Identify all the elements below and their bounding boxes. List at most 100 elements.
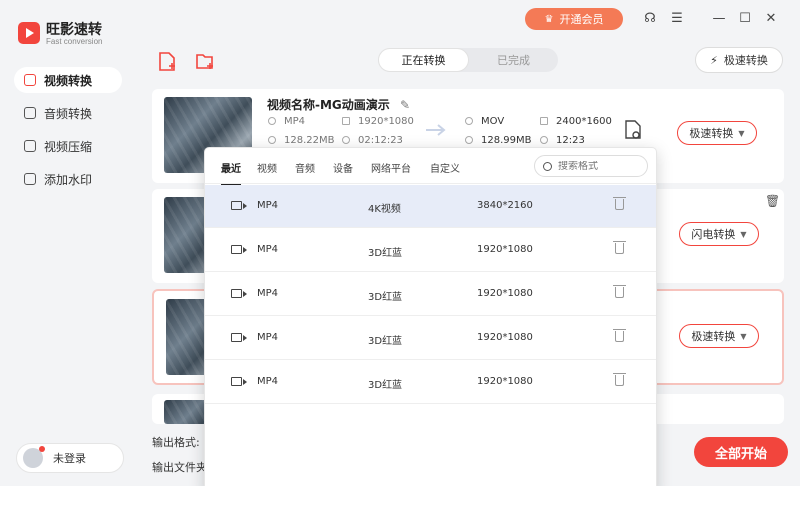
sidebar-item-audio-convert[interactable]: 音频转换 [14, 100, 122, 126]
format-search[interactable] [534, 155, 648, 177]
video-compress-icon [24, 140, 36, 152]
tab-device[interactable]: 设备 [333, 160, 353, 175]
convert-mode-button[interactable]: 极速转换 ▼ [679, 324, 759, 348]
tab-network-platform[interactable]: 网络平台 [371, 160, 411, 175]
row-format: MP4 [257, 288, 279, 299]
sidebar-item-label: 添加水印 [44, 172, 93, 187]
video-icon [231, 201, 247, 210]
caret-down-icon: ▼ [738, 128, 745, 138]
dst-format-value: MOV [481, 116, 505, 127]
menu-icon[interactable]: ☰ [668, 9, 686, 27]
size-icon [465, 136, 473, 144]
resolution-icon [342, 117, 350, 125]
format-row[interactable]: MP4 3D红蓝 1920*1080 [205, 273, 656, 316]
trash-icon[interactable]: 🗑 [765, 194, 780, 208]
output-folder-label: 输出文件夹 [152, 461, 207, 474]
close-icon[interactable]: ✕ [762, 9, 780, 27]
row-preset: 3D红蓝 [368, 380, 403, 391]
clock-icon [342, 136, 350, 144]
row-preset: 3D红蓝 [368, 336, 403, 347]
vip-button[interactable]: ♛ 开通会员 [525, 8, 623, 30]
row-format: MP4 [257, 332, 279, 343]
row-format: MP4 [257, 244, 279, 255]
app-logo-icon [18, 22, 40, 44]
dst-resolution: 2400*1600 [540, 116, 612, 127]
format-row[interactable]: MP4 3D红蓝 1920*1080 [205, 361, 656, 404]
tab-video[interactable]: 视频 [257, 160, 277, 175]
src-format-value: MP4 [284, 116, 306, 127]
output-settings-icon[interactable] [624, 120, 642, 143]
app-subtitle: Fast conversion [46, 37, 103, 46]
src-size-value: 128.22MB [284, 135, 335, 146]
trash-icon[interactable] [613, 329, 626, 342]
video-icon [231, 289, 247, 298]
app-name: 旺影速转 [46, 22, 102, 38]
sidebar-item-video-compress[interactable]: 视频压缩 [14, 133, 122, 159]
trash-icon[interactable] [613, 373, 626, 386]
convert-mode-button[interactable]: 闪电转换 ▼ [679, 222, 759, 246]
format-icon [465, 117, 473, 125]
add-folder-icon[interactable] [196, 52, 216, 72]
format-row[interactable]: MP4 4K视频 3840*2160 [205, 185, 656, 228]
search-icon [543, 161, 552, 171]
clock-icon [540, 136, 548, 144]
format-row[interactable]: MP4 3D红蓝 1920*1080 [205, 229, 656, 272]
tab-recent[interactable]: 最近 [221, 160, 241, 186]
dst-size: 128.99MB [465, 135, 531, 146]
turbo-convert-button[interactable]: ⚡ 极速转换 [695, 47, 783, 73]
caret-down-icon: ▼ [740, 331, 747, 341]
resolution-icon [540, 117, 548, 125]
row-resolution: 1920*1080 [477, 332, 533, 343]
format-search-input[interactable] [558, 160, 638, 172]
sidebar-item-video-convert[interactable]: 视频转换 [14, 67, 122, 93]
format-row[interactable]: MP4 3D红蓝 1920*1080 [205, 317, 656, 360]
row-resolution: 1920*1080 [477, 244, 533, 255]
row-resolution: 1920*1080 [477, 376, 533, 387]
edit-icon[interactable]: ✎ [400, 98, 410, 112]
sidebar-item-watermark[interactable]: 添加水印 [14, 166, 122, 192]
avatar [23, 446, 45, 468]
row-format: MP4 [257, 200, 279, 211]
tab-converting[interactable]: 正在转换 [378, 48, 469, 72]
sidebar-item-label: 视频转换 [44, 73, 93, 88]
dst-duration-value: 12:23 [556, 135, 585, 146]
format-tabs: 最近 视频 音频 设备 网络平台 自定义 [205, 148, 656, 186]
video-icon [231, 245, 247, 254]
row-format: MP4 [257, 376, 279, 387]
add-file-icon[interactable] [158, 52, 178, 72]
minimize-icon[interactable]: — [710, 9, 728, 27]
vip-label: 开通会员 [559, 13, 604, 26]
window-bottom-strip [0, 486, 800, 510]
file-title-text: 视频名称-MG动画演示 [267, 98, 390, 112]
watermark-icon [24, 173, 36, 185]
convert-mode-button[interactable]: 极速转换 ▼ [677, 121, 757, 145]
format-dropdown: 最近 视频 音频 设备 网络平台 自定义 MP4 4K视频 3840*2160 … [204, 147, 657, 497]
maximize-icon[interactable]: ☐ [736, 9, 754, 27]
dst-format: MOV [465, 116, 504, 127]
sidebar-item-label: 音频转换 [44, 106, 93, 121]
src-duration: 02:12:23 [342, 135, 403, 146]
app-window: 旺影速转 Fast conversion 视频转换 音频转换 视频压缩 添加水印… [0, 0, 800, 497]
convert-mode-label: 闪电转换 [691, 228, 736, 241]
tab-custom[interactable]: 自定义 [430, 160, 460, 175]
trash-icon[interactable] [613, 197, 626, 210]
caret-down-icon: ▼ [740, 229, 747, 239]
start-all-button[interactable]: 全部开始 [694, 437, 788, 467]
row-preset: 3D红蓝 [368, 292, 403, 303]
trash-icon[interactable] [613, 241, 626, 254]
file-title: 视频名称-MG动画演示 ✎ [267, 96, 410, 113]
crown-icon: ♛ [544, 13, 554, 25]
arrow-right-icon [426, 124, 446, 136]
login-button[interactable]: 未登录 [16, 443, 124, 473]
src-resolution: 1920*1080 [342, 116, 414, 127]
row-resolution: 1920*1080 [477, 288, 533, 299]
tab-completed[interactable]: 已完成 [469, 48, 558, 72]
sidebar-item-label: 视频压缩 [44, 139, 93, 154]
row-preset: 4K视频 [368, 204, 401, 215]
status-tabs: 正在转换 已完成 [378, 48, 558, 72]
tab-audio[interactable]: 音频 [295, 160, 315, 175]
dst-duration: 12:23 [540, 135, 585, 146]
trash-icon[interactable] [613, 285, 626, 298]
headset-icon[interactable]: ☊ [641, 9, 659, 27]
lightning-icon: ⚡ [710, 53, 718, 67]
